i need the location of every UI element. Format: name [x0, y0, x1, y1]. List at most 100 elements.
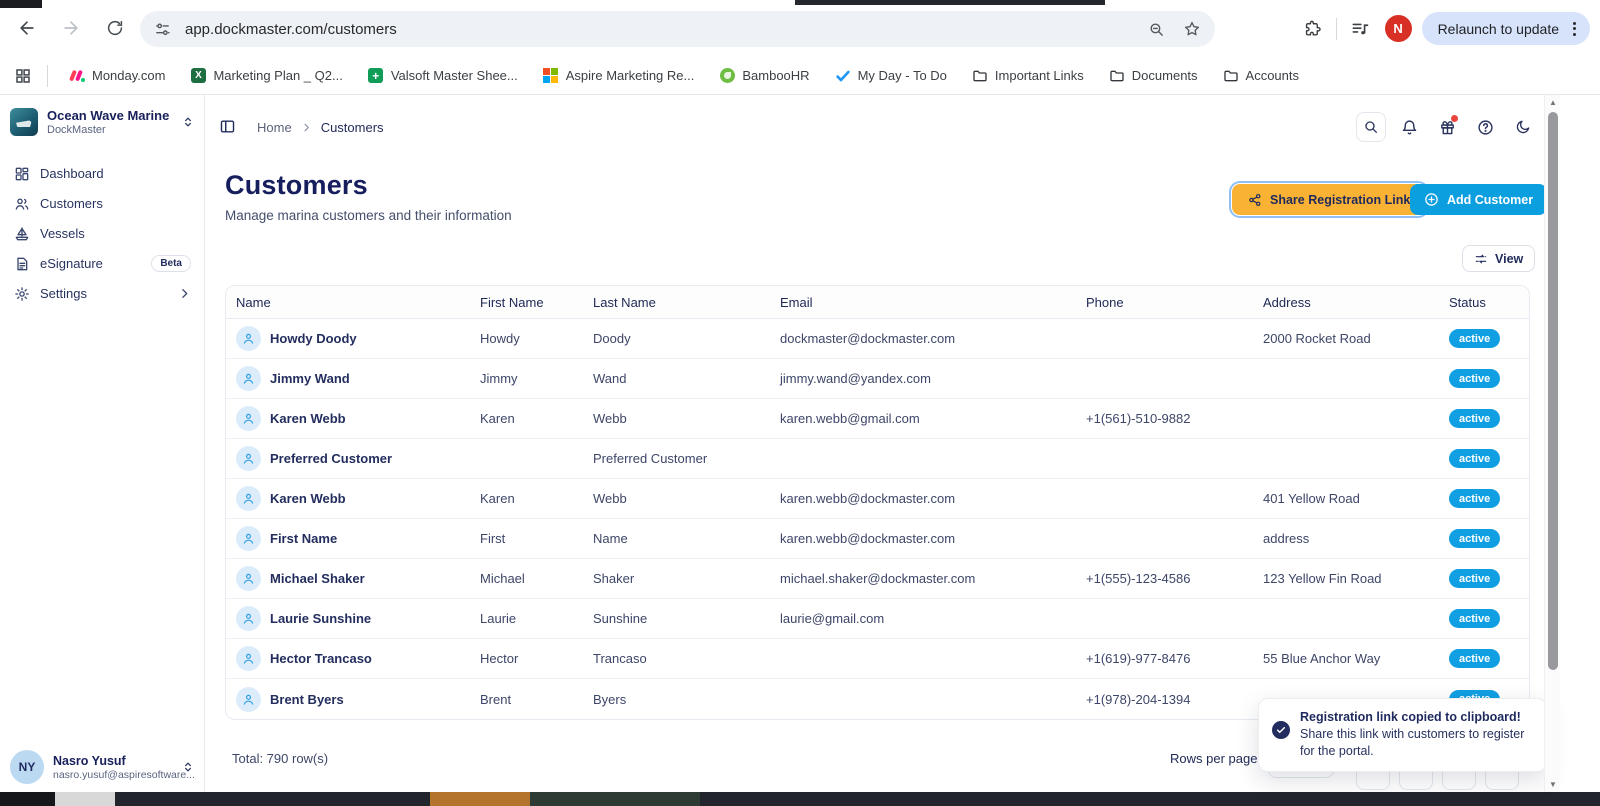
column-first-name[interactable]: First Name	[470, 295, 583, 310]
breadcrumb-current: Customers	[321, 120, 384, 135]
cell-phone: +1(561)-510-9882	[1076, 411, 1253, 426]
cell-name: Brent Byers	[226, 687, 470, 712]
share-registration-link-button[interactable]: Share Registration Link	[1232, 184, 1426, 215]
url-text[interactable]: app.dockmaster.com/customers	[185, 21, 1148, 38]
status-badge: active	[1449, 529, 1500, 548]
cell-name: Laurie Sunshine	[226, 606, 470, 631]
bamboohr-icon	[719, 68, 735, 84]
folder-icon	[1109, 68, 1125, 84]
column-address[interactable]: Address	[1253, 295, 1439, 310]
zoom-icon[interactable]	[1148, 21, 1165, 38]
column-name[interactable]: Name	[226, 295, 470, 310]
person-icon	[236, 406, 261, 431]
sidebar-item-customers[interactable]: Customers	[6, 189, 199, 218]
dark-mode-button[interactable]	[1508, 112, 1538, 142]
sidebar-item-vessels[interactable]: Vessels	[6, 219, 199, 248]
cell-name: Hector Trancaso	[226, 646, 470, 671]
scrollbar-thumb[interactable]	[1548, 112, 1558, 670]
cell-first-name: Michael	[470, 571, 583, 586]
customers-table: Name First Name Last Name Email Phone Ad…	[225, 285, 1530, 720]
reload-button[interactable]	[100, 13, 130, 43]
profile-avatar[interactable]: N	[1385, 15, 1412, 42]
search-button[interactable]	[1356, 112, 1386, 142]
column-status[interactable]: Status	[1439, 295, 1529, 310]
column-last-name[interactable]: Last Name	[583, 295, 770, 310]
sidebar-item-settings[interactable]: Settings	[6, 279, 199, 308]
column-phone[interactable]: Phone	[1076, 295, 1253, 310]
scrollbar[interactable]: ▲ ▼	[1544, 95, 1560, 792]
bookmark-aspire-marketing[interactable]: Aspire Marketing Re...	[537, 65, 701, 87]
bookmark-marketing-plan[interactable]: X Marketing Plan _ Q2...	[184, 65, 348, 87]
add-customer-button[interactable]: Add Customer	[1410, 184, 1547, 215]
table-row[interactable]: Preferred CustomerPreferred Customeracti…	[226, 439, 1529, 479]
table-row[interactable]: Howdy DoodyHowdyDoodydockmaster@dockmast…	[226, 319, 1529, 359]
relaunch-button[interactable]: Relaunch to update	[1422, 12, 1590, 45]
cell-email: karen.webb@gmail.com	[770, 411, 1076, 426]
bell-icon	[1401, 119, 1418, 136]
cell-address: 401 Yellow Road	[1253, 491, 1439, 506]
table-row[interactable]: Jimmy WandJimmyWandjimmy.wand@yandex.com…	[226, 359, 1529, 399]
extensions-icon[interactable]	[1298, 14, 1328, 44]
address-bar[interactable]: app.dockmaster.com/customers	[140, 11, 1215, 47]
breadcrumb-home[interactable]: Home	[257, 120, 292, 135]
table-row[interactable]: Karen WebbKarenWebbkaren.webb@dockmaster…	[226, 479, 1529, 519]
back-arrow-icon	[17, 18, 37, 38]
table-header: Name First Name Last Name Email Phone Ad…	[226, 286, 1529, 319]
help-button[interactable]	[1470, 112, 1500, 142]
cell-address: 2000 Rocket Road	[1253, 331, 1439, 346]
cell-name: Howdy Doody	[226, 326, 470, 351]
page-title: Customers	[225, 170, 368, 201]
bookmarks-divider	[47, 65, 48, 87]
site-settings-icon[interactable]	[154, 21, 171, 38]
workspace-switcher[interactable]: Ocean Wave Marine DockMaster	[10, 108, 195, 136]
bookmark-important-links[interactable]: Important Links	[966, 65, 1090, 87]
cell-last-name: Byers	[583, 692, 770, 707]
apps-grid-icon[interactable]	[14, 67, 32, 85]
help-icon	[1477, 119, 1494, 136]
scroll-down-arrow[interactable]: ▼	[1545, 780, 1561, 789]
cell-status: active	[1439, 409, 1529, 428]
sidebar-toggle-icon[interactable]	[219, 118, 236, 135]
reload-icon	[106, 19, 124, 37]
sidebar-item-dashboard[interactable]: Dashboard	[6, 159, 199, 188]
notifications-button[interactable]	[1394, 112, 1424, 142]
table-row[interactable]: First NameFirstNamekaren.webb@dockmaster…	[226, 519, 1529, 559]
bookmark-accounts[interactable]: Accounts	[1217, 65, 1305, 87]
back-button[interactable]	[12, 13, 42, 43]
bookmark-bamboohr[interactable]: BambooHR	[713, 65, 815, 87]
view-button[interactable]: View	[1462, 245, 1535, 272]
bookmark-star-icon[interactable]	[1183, 20, 1201, 38]
cell-first-name: Jimmy	[470, 371, 583, 386]
table-row[interactable]: Karen WebbKarenWebbkaren.webb@gmail.com+…	[226, 399, 1529, 439]
sidebar-item-esignature[interactable]: eSignature Beta	[6, 249, 199, 278]
cell-name: First Name	[226, 526, 470, 551]
whats-new-button[interactable]	[1432, 112, 1462, 142]
search-icon	[1363, 119, 1379, 135]
bookmark-monday[interactable]: Monday.com	[63, 65, 171, 86]
bookmark-my-day[interactable]: My Day - To Do	[829, 65, 953, 87]
person-icon	[236, 526, 261, 551]
page-subtitle: Manage marina customers and their inform…	[225, 208, 512, 223]
cell-status: active	[1439, 609, 1529, 628]
status-badge: active	[1449, 609, 1500, 628]
user-menu[interactable]: NY Nasro Yusuf nasro.yusuf@aspiresoftwar…	[10, 750, 195, 784]
cell-name: Karen Webb	[226, 486, 470, 511]
column-email[interactable]: Email	[770, 295, 1076, 310]
forward-button[interactable]	[56, 13, 86, 43]
table-row[interactable]: Michael ShakerMichaelShakermichael.shake…	[226, 559, 1529, 599]
cell-last-name: Wand	[583, 371, 770, 386]
bookmark-documents[interactable]: Documents	[1103, 65, 1204, 87]
media-controls-icon[interactable]	[1345, 14, 1375, 44]
browser-menu-icon[interactable]	[1565, 18, 1584, 40]
cell-status: active	[1439, 329, 1529, 348]
bookmark-valsoft-sheet[interactable]: + Valsoft Master Shee...	[362, 65, 524, 87]
cell-first-name: Karen	[470, 411, 583, 426]
scroll-up-arrow[interactable]: ▲	[1545, 98, 1561, 107]
sidebar: Ocean Wave Marine DockMaster Dashboard C…	[0, 95, 205, 792]
table-row[interactable]: Laurie SunshineLaurieSunshinelaurie@gmai…	[226, 599, 1529, 639]
chevrons-up-down-icon	[181, 115, 195, 129]
table-row[interactable]: Hector TrancasoHectorTrancaso+1(619)-977…	[226, 639, 1529, 679]
cell-phone: +1(619)-977-8476	[1076, 651, 1253, 666]
notification-dot	[1451, 115, 1458, 122]
table-body: Howdy DoodyHowdyDoodydockmaster@dockmast…	[226, 319, 1529, 719]
